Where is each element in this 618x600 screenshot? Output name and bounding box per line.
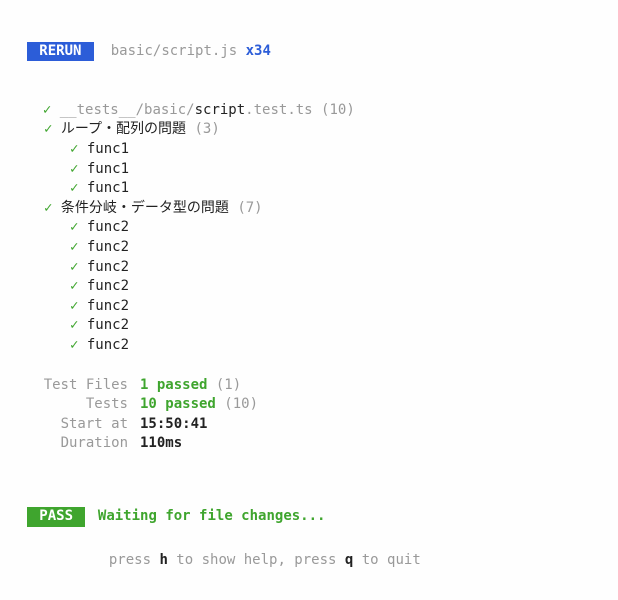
test-name: func2 <box>87 239 129 255</box>
test-name: func2 <box>87 278 129 294</box>
test-case-line: ✓ func2 <box>10 238 608 258</box>
summary-block: Test Files1 passed (1)Tests10 passed (10… <box>10 376 608 454</box>
summary-label: Duration <box>10 434 128 454</box>
check-icon: ✓ <box>70 317 78 333</box>
summary-label: Start at <box>10 415 128 435</box>
pass-badge: PASS <box>27 507 86 527</box>
suite-count: (7) <box>237 200 262 216</box>
check-icon: ✓ <box>44 121 52 137</box>
summary-value: 1 passed (1) <box>128 376 241 396</box>
help-key-h[interactable]: h <box>159 552 167 568</box>
summary-value: 110ms <box>128 434 182 454</box>
test-name: func2 <box>87 337 129 353</box>
header-multiplier: x34 <box>246 43 271 59</box>
status-message: Waiting for file changes... <box>98 508 326 524</box>
rerun-header: RERUN basic/script.js x34 <box>10 22 608 61</box>
rerun-badge: RERUN <box>27 42 94 62</box>
summary-label: Test Files <box>10 376 128 396</box>
check-icon: ✓ <box>70 298 78 314</box>
test-name: func2 <box>87 298 129 314</box>
test-case-line: ✓ func2 <box>10 336 608 356</box>
test-case-line: ✓ func1 <box>10 179 608 199</box>
test-name: func2 <box>87 219 129 235</box>
suite-title: 条件分岐・データ型の問題 <box>61 200 229 216</box>
summary-row: Tests10 passed (10) <box>10 395 608 415</box>
summary-value: 10 passed (10) <box>128 395 258 415</box>
check-icon: ✓ <box>44 200 52 216</box>
test-case-line: ✓ func2 <box>10 277 608 297</box>
summary-row: Start at15:50:41 <box>10 415 608 435</box>
summary-label: Tests <box>10 395 128 415</box>
suite-count: (3) <box>194 121 219 137</box>
suite-title: ループ・配列の問題 <box>61 121 186 137</box>
header-path: basic/script.js <box>111 43 237 59</box>
summary-row: Test Files1 passed (1) <box>10 376 608 396</box>
test-suite-line: ✓ 条件分岐・データ型の問題 (7) <box>10 199 608 219</box>
test-name: func1 <box>87 180 129 196</box>
check-icon: ✓ <box>70 219 78 235</box>
check-icon: ✓ <box>70 161 78 177</box>
test-case-line: ✓ func2 <box>10 258 608 278</box>
check-icon: ✓ <box>70 180 78 196</box>
status-line: PASS Waiting for file changes... <box>10 488 608 527</box>
help-line: press h to show help, press q to quit <box>10 531 608 570</box>
check-icon: ✓ <box>70 278 78 294</box>
test-case-line: ✓ func2 <box>10 218 608 238</box>
test-case-line: ✓ func2 <box>10 297 608 317</box>
check-icon: ✓ <box>70 141 78 157</box>
test-name: func1 <box>87 141 129 157</box>
summary-row: Duration110ms <box>10 434 608 454</box>
check-icon: ✓ <box>70 259 78 275</box>
test-case-line: ✓ func1 <box>10 160 608 180</box>
check-icon: ✓ <box>70 337 78 353</box>
test-name: func1 <box>87 161 129 177</box>
test-case-line: ✓ func2 <box>10 316 608 336</box>
test-name: func2 <box>87 317 129 333</box>
test-case-line: ✓ func1 <box>10 140 608 160</box>
test-file-line: ✓ __tests__/basic/script.test.ts (10) <box>10 81 608 120</box>
test-name: func2 <box>87 259 129 275</box>
summary-value: 15:50:41 <box>128 415 207 435</box>
check-icon: ✓ <box>70 239 78 255</box>
test-suite-line: ✓ ループ・配列の問題 (3) <box>10 120 608 140</box>
